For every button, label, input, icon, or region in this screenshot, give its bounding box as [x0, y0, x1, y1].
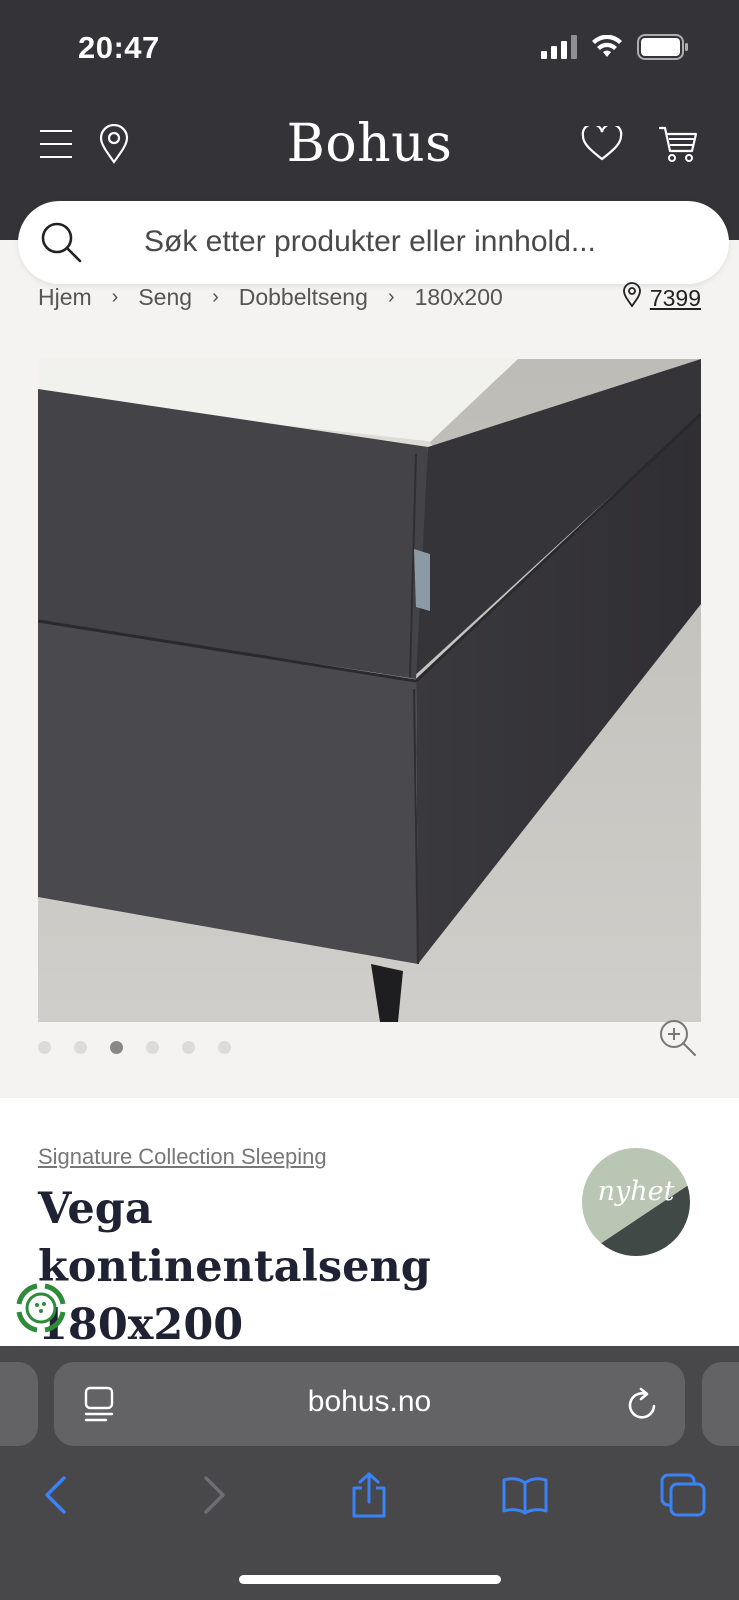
cart-icon[interactable]: [656, 122, 700, 166]
product-image[interactable]: [38, 359, 701, 1022]
share-icon[interactable]: [344, 1470, 394, 1520]
carousel-dot[interactable]: [38, 1041, 51, 1054]
carousel-dot[interactable]: [182, 1041, 195, 1054]
breadcrumb-separator: ›: [212, 286, 219, 308]
breadcrumb-item-bed[interactable]: Seng: [138, 284, 192, 311]
battery-icon: [637, 34, 689, 65]
breadcrumb-item-home[interactable]: Hjem: [38, 284, 92, 311]
search-bar[interactable]: [18, 201, 729, 284]
heart-icon[interactable]: [580, 122, 624, 166]
address-bar[interactable]: bohus.no: [54, 1362, 685, 1446]
breadcrumb-item-double-bed[interactable]: Dobbeltseng: [239, 284, 368, 311]
previous-tab-preview[interactable]: [0, 1362, 38, 1446]
wifi-icon: [591, 34, 623, 64]
reload-icon[interactable]: [626, 1386, 660, 1427]
breadcrumb-separator: ›: [387, 286, 395, 308]
store-selector[interactable]: 7399: [622, 282, 701, 314]
new-badge: nyhet: [582, 1148, 690, 1256]
carousel-dot[interactable]: [218, 1041, 231, 1054]
status-time: 20:47: [78, 30, 160, 65]
next-tab-preview[interactable]: [702, 1362, 739, 1446]
loading-spinner-icon: [13, 1280, 69, 1341]
address-bar-url: bohus.no: [307, 1385, 432, 1418]
bookmarks-icon[interactable]: [500, 1470, 550, 1520]
status-icons: [541, 34, 689, 65]
home-indicator[interactable]: [239, 1575, 501, 1584]
carousel-dots: [38, 1041, 231, 1054]
forward-icon[interactable]: [190, 1470, 240, 1520]
breadcrumb: Hjem › Seng › Dobbeltseng › 180x200: [38, 284, 503, 311]
carousel-dot[interactable]: [74, 1041, 87, 1054]
tabs-icon[interactable]: [658, 1470, 708, 1520]
carousel-dot[interactable]: [146, 1041, 159, 1054]
search-input[interactable]: [144, 219, 704, 265]
brand-link[interactable]: Signature Collection Sleeping: [38, 1144, 327, 1170]
new-badge-label: nyhet: [597, 1176, 675, 1207]
carousel-dot-active[interactable]: [110, 1041, 123, 1054]
cellular-signal-icon: [541, 35, 577, 64]
store-code-link[interactable]: 7399: [650, 285, 701, 312]
back-icon[interactable]: [30, 1470, 80, 1520]
site-logo[interactable]: Bohus: [0, 114, 739, 174]
search-icon: [40, 221, 82, 268]
product-title: Vega kontinentalseng 180x200: [38, 1184, 431, 1350]
breadcrumb-separator: ›: [111, 286, 119, 308]
location-pin-icon: [622, 282, 642, 314]
zoom-in-icon[interactable]: [658, 1018, 698, 1063]
breadcrumb-item-size[interactable]: 180x200: [415, 284, 503, 311]
